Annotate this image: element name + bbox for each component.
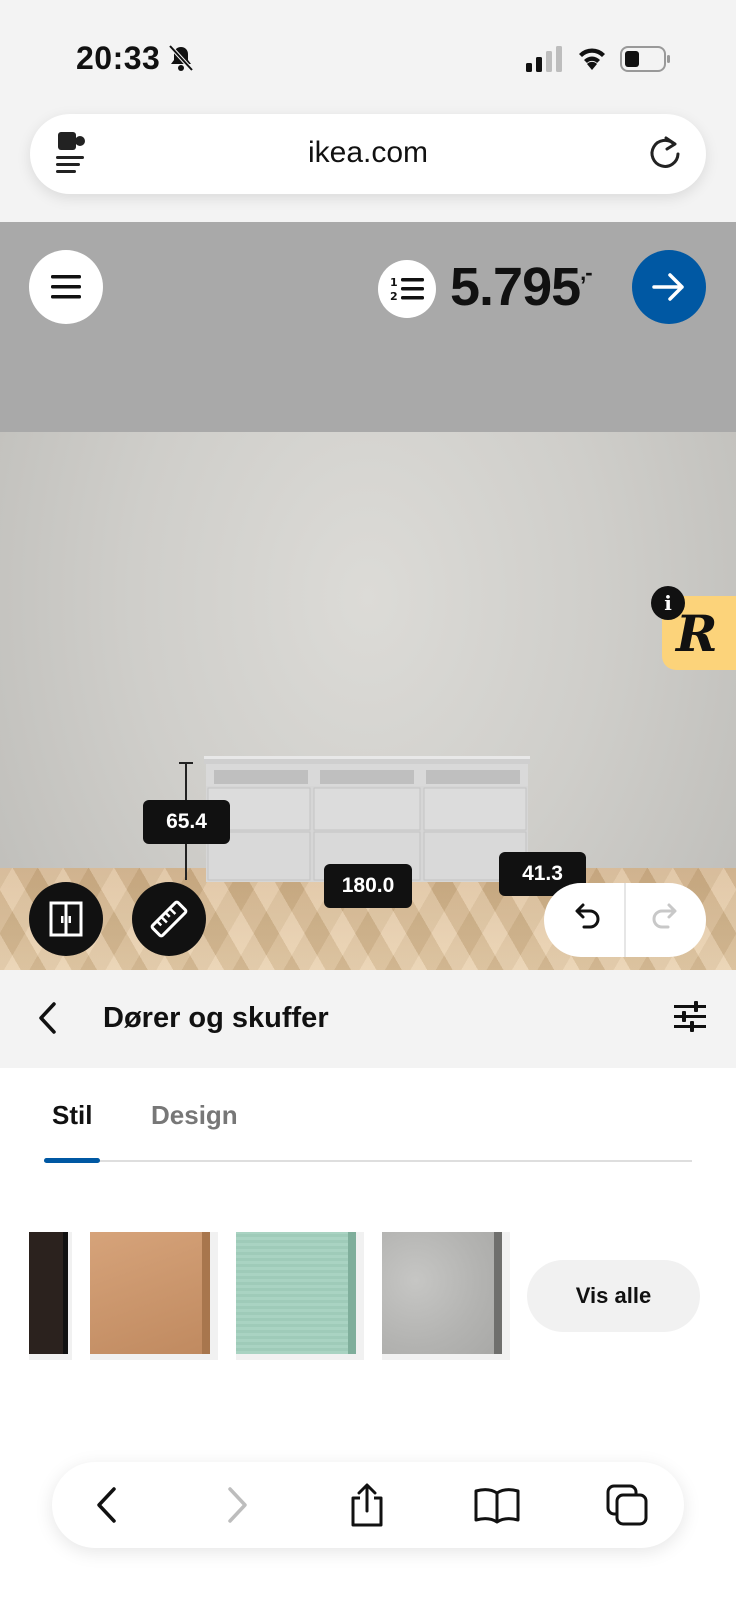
tabs-icon (606, 1484, 648, 1526)
forward-button[interactable] (212, 1480, 262, 1530)
tabs-button[interactable] (602, 1480, 652, 1530)
doors-view-icon (49, 901, 83, 937)
ruler-icon (150, 900, 188, 938)
swatch-dark-brown[interactable] (29, 1232, 72, 1360)
arrow-right-icon (652, 273, 684, 301)
list-numbered-icon: 1 2 (390, 276, 424, 303)
chevron-left-icon[interactable] (36, 1000, 60, 1036)
bookmarks-button[interactable] (472, 1480, 522, 1530)
next-step-button[interactable] (632, 250, 706, 324)
redo-icon[interactable] (648, 901, 684, 937)
panel-title: Dører og skuffer (103, 1002, 329, 1034)
url-text[interactable]: ikea.com (30, 136, 706, 170)
tab-stil[interactable]: Stil (52, 1100, 92, 1131)
show-all-button[interactable]: Vis alle (527, 1260, 700, 1332)
height-dimension-tick (179, 762, 193, 764)
share-icon (351, 1483, 383, 1527)
viewport-top-band (0, 222, 736, 432)
swatch-concrete-grey[interactable] (382, 1232, 510, 1360)
tab-design[interactable]: Design (151, 1100, 238, 1131)
back-icon (97, 1487, 116, 1523)
address-bar[interactable]: ikea.com (30, 114, 706, 194)
panel-header: Dører og skuffer (0, 970, 736, 1068)
undo-redo-divider (624, 883, 626, 957)
undo-redo-group (544, 883, 706, 957)
bookmarks-icon (474, 1488, 520, 1524)
total-price: 5.795,- (450, 256, 593, 318)
undo-icon[interactable] (568, 901, 604, 937)
menu-icon (51, 275, 81, 299)
tab-track (44, 1160, 692, 1162)
share-button[interactable] (342, 1480, 392, 1530)
info-icon[interactable]: i (651, 586, 685, 620)
menu-button[interactable] (29, 250, 103, 324)
width-dimension-label: 180.0 (324, 864, 412, 908)
svg-text:2: 2 (390, 290, 398, 303)
browser-toolbar (52, 1462, 684, 1548)
swatch-oak-veneer[interactable] (90, 1232, 218, 1360)
product-list-button[interactable]: 1 2 (378, 260, 436, 318)
price-value: 5.795 (450, 257, 581, 317)
planner-viewport[interactable]: 1 2 5.795,- R i 65.4 180.0 41.3 (0, 222, 736, 970)
cellular-signal-icon (526, 46, 562, 72)
toggle-measurements-button[interactable] (132, 882, 206, 956)
svg-text:1: 1 (390, 276, 398, 289)
tab-active-indicator (44, 1158, 100, 1163)
back-button[interactable] (82, 1480, 132, 1530)
filter-sliders-icon[interactable] (674, 1000, 706, 1032)
swatch-light-green[interactable] (236, 1232, 364, 1360)
forward-icon (228, 1487, 247, 1523)
price-suffix: ,- (580, 260, 592, 285)
r-logo-icon: R (676, 604, 718, 663)
toggle-doors-button[interactable] (29, 882, 103, 956)
reload-icon[interactable] (646, 134, 682, 172)
bell-slash-icon (168, 44, 194, 72)
battery-icon (620, 46, 670, 72)
height-dimension-label: 65.4 (143, 800, 230, 844)
wifi-icon (579, 48, 605, 70)
status-bar: 20:33 (0, 0, 736, 110)
status-time: 20:33 (76, 40, 161, 76)
